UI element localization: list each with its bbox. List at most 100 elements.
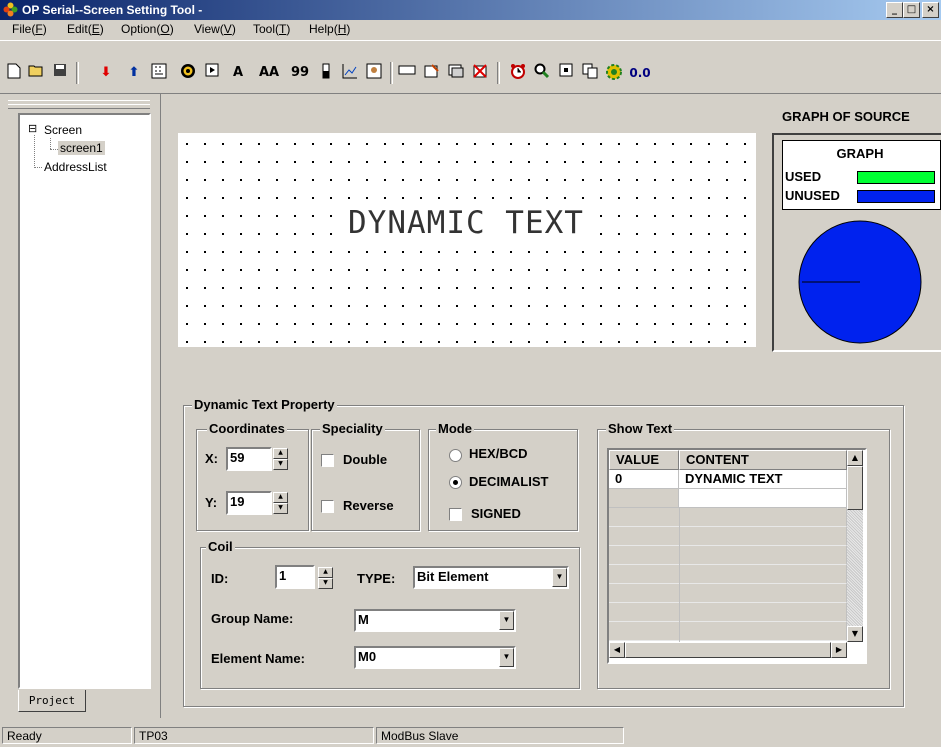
dynamic-text-element[interactable]: DYNAMIC TEXT <box>345 205 587 241</box>
property-title: Dynamic Text Property <box>192 397 337 412</box>
table-row[interactable] <box>679 489 847 508</box>
table-row <box>609 527 847 546</box>
download-arrow-icon[interactable]: ⬇ <box>96 63 116 83</box>
save-icon[interactable] <box>50 63 70 83</box>
graph-source-title: GRAPH OF SOURCE <box>782 109 910 124</box>
project-tree[interactable]: ⊟ Screen screen1 AddressList <box>18 113 151 689</box>
scroll-left-icon[interactable]: ◀ <box>609 642 625 658</box>
decimalist-radio[interactable] <box>449 476 462 489</box>
column-header-value[interactable]: VALUE <box>609 450 679 470</box>
trend-chart-icon[interactable] <box>340 63 360 83</box>
table-row <box>609 622 847 641</box>
settings-gear-icon[interactable] <box>604 63 624 83</box>
bar-graph-icon[interactable] <box>316 63 336 83</box>
rectangle-icon[interactable] <box>396 63 418 83</box>
alarm-clock-icon[interactable] <box>508 63 528 83</box>
menu-tool[interactable]: Tool(T) <box>253 22 290 36</box>
table-cell-value[interactable]: 0 <box>609 470 679 489</box>
table-row <box>609 508 847 527</box>
double-checkbox[interactable] <box>321 454 334 467</box>
x-coordinate-input[interactable]: 59 <box>226 447 272 471</box>
element-name-dropdown[interactable]: M0 ▼ <box>354 646 516 669</box>
used-swatch <box>857 171 935 184</box>
tab-project[interactable]: Project <box>18 690 86 712</box>
coil-id-input[interactable]: 1 <box>275 565 315 589</box>
table-row <box>609 546 847 565</box>
signed-label: SIGNED <box>471 506 521 521</box>
speciality-title: Speciality <box>320 421 385 436</box>
status-device: TP03 <box>134 727 374 744</box>
menu-file[interactable]: File(F) <box>12 22 47 36</box>
status-protocol: ModBus Slave <box>376 727 624 744</box>
upload-arrow-icon[interactable]: ⬆ <box>124 63 144 83</box>
coil-title: Coil <box>206 539 235 554</box>
image-icon[interactable] <box>364 63 384 83</box>
table-row[interactable] <box>609 489 679 508</box>
y-spinner[interactable]: ▲ ▼ <box>273 492 288 514</box>
group-name-dropdown[interactable]: M ▼ <box>354 609 516 632</box>
decimalist-label: DECIMALIST <box>469 474 549 489</box>
toolbar: ⬇ ⬆ A AA 99 0.0 <box>0 40 941 94</box>
tree-toggle-icon[interactable]: ⊟ <box>28 122 37 135</box>
menu-help[interactable]: Help(H) <box>309 22 350 36</box>
unused-label: UNUSED <box>785 188 840 203</box>
element-name-value: M0 <box>358 649 377 664</box>
menu-view[interactable]: View(V) <box>194 22 236 36</box>
close-button[interactable]: × <box>922 2 939 18</box>
horizontal-scroll-thumb[interactable] <box>625 642 831 658</box>
title-bar: OP Serial--Screen Setting Tool - _ □ × <box>0 0 941 20</box>
double-label: Double <box>343 452 388 467</box>
status-ready: Ready <box>2 727 132 744</box>
show-text-table[interactable]: VALUE CONTENT 0 DYNAMIC TEXT ▲ ▼ ◀ ▶ <box>607 448 867 664</box>
type-dropdown[interactable]: Bit Element ▼ <box>413 566 569 589</box>
hex-bcd-radio[interactable] <box>449 449 462 462</box>
scroll-down-icon[interactable]: ▼ <box>847 626 863 642</box>
group-name-value: M <box>358 612 369 627</box>
type-label: TYPE: <box>357 571 396 586</box>
coordinates-title: Coordinates <box>207 421 287 436</box>
numeric-display-icon[interactable]: 99 <box>288 63 312 83</box>
scroll-up-icon[interactable]: ▲ <box>847 450 863 466</box>
table-row <box>609 603 847 622</box>
grid-icon[interactable] <box>149 63 169 83</box>
popup-window-icon[interactable] <box>446 63 466 83</box>
lamp-icon[interactable] <box>178 63 198 83</box>
play-button-icon[interactable] <box>202 63 222 83</box>
chevron-down-icon[interactable]: ▼ <box>552 568 567 587</box>
signed-checkbox[interactable] <box>449 508 462 521</box>
maximize-button[interactable]: □ <box>903 2 920 18</box>
copy-icon[interactable] <box>580 63 600 83</box>
window-edit-icon[interactable] <box>422 63 442 83</box>
table-row <box>609 584 847 603</box>
tree-item-addresslist[interactable]: AddressList <box>44 160 107 174</box>
scroll-right-icon[interactable]: ▶ <box>831 642 847 658</box>
tree-item-screen[interactable]: Screen <box>44 123 82 137</box>
target-box-icon[interactable] <box>556 63 576 83</box>
tree-item-screen1[interactable]: screen1 <box>58 141 105 155</box>
group-name-label: Group Name: <box>211 611 294 626</box>
table-cell-content[interactable]: DYNAMIC TEXT <box>679 470 847 489</box>
static-text-icon[interactable]: A <box>228 63 248 83</box>
scroll-thumb[interactable] <box>847 466 863 510</box>
chevron-down-icon[interactable]: ▼ <box>499 611 514 630</box>
y-coordinate-input[interactable]: 19 <box>226 491 272 515</box>
coil-id-spinner[interactable]: ▲ ▼ <box>318 567 333 589</box>
reverse-checkbox[interactable] <box>321 500 334 513</box>
unused-swatch <box>857 190 935 203</box>
x-spinner[interactable]: ▲ ▼ <box>273 448 288 470</box>
search-tool-icon[interactable] <box>532 63 552 83</box>
app-icon <box>3 2 18 17</box>
id-label: ID: <box>211 571 229 586</box>
open-folder-icon[interactable] <box>27 63 47 83</box>
type-dropdown-value: Bit Element <box>417 569 489 584</box>
x-label: X: <box>205 451 218 466</box>
minimize-button[interactable]: _ <box>886 2 903 18</box>
new-file-icon[interactable] <box>4 63 24 83</box>
menu-edit[interactable]: Edit(E) <box>67 22 104 36</box>
delete-window-icon[interactable] <box>470 63 490 83</box>
chevron-down-icon[interactable]: ▼ <box>499 648 514 667</box>
menu-option[interactable]: Option(O) <box>121 22 174 36</box>
zoom-value: 0.0 <box>629 66 651 80</box>
column-header-content[interactable]: CONTENT <box>679 450 847 470</box>
dynamic-text-icon[interactable]: AA <box>255 63 283 83</box>
